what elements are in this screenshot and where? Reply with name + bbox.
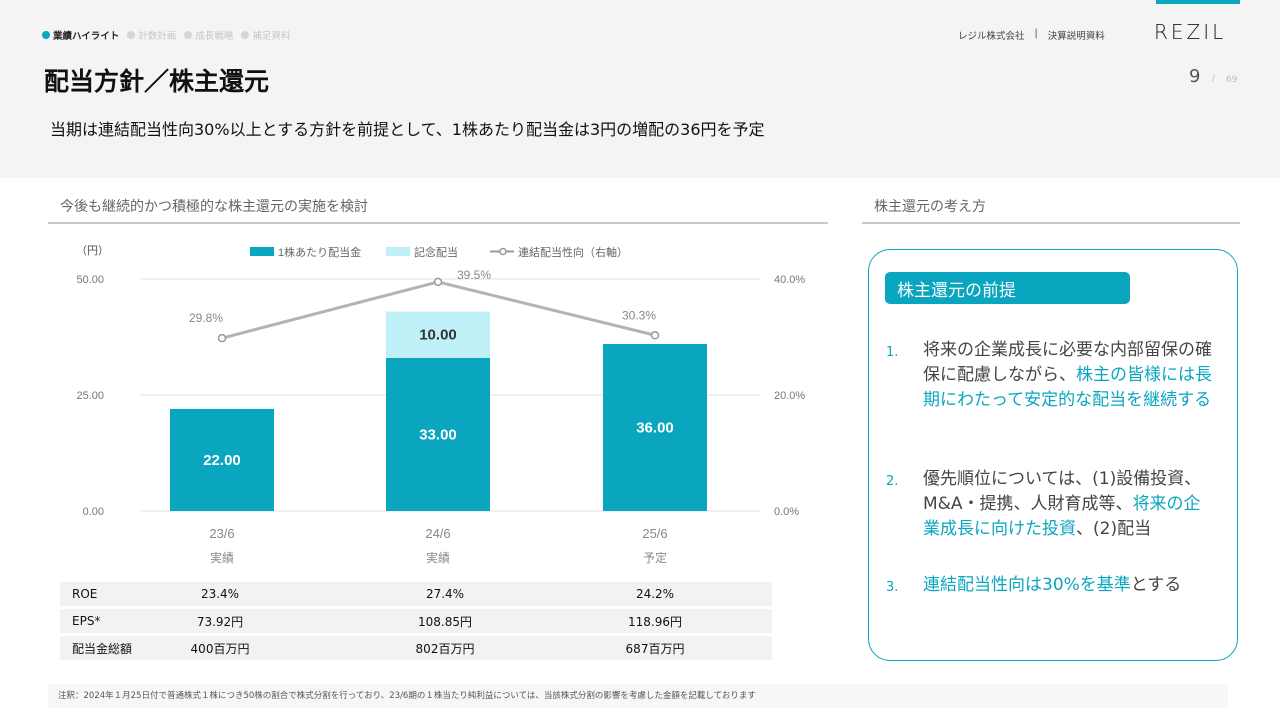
payout-ratio-label: 30.3%: [622, 308, 656, 322]
nav-dot-icon: [241, 31, 250, 39]
y-tick-label: 50.00: [76, 274, 104, 286]
principles-box: [868, 249, 1238, 661]
y-tick-label: 25.00: [76, 390, 104, 402]
payout-ratio-label: 29.8%: [189, 311, 223, 325]
legend-label: 記念配当: [414, 245, 458, 259]
table-cell: 687百万円: [625, 641, 685, 656]
legend-label: 連結配当性向（右軸）: [518, 245, 628, 259]
x-sub-label: 実績: [210, 550, 234, 565]
bar-value-label: 22.00: [203, 452, 241, 469]
x-tick-label: 23/6: [209, 526, 234, 541]
y-tick-label: 0.00: [83, 506, 104, 518]
row-label: 配当金総額: [72, 641, 133, 656]
table-cell: 802百万円: [415, 641, 475, 656]
company-logo: REZIL: [1154, 20, 1227, 44]
header-meta: レジル株式会社 | 決算説明資料: [958, 28, 1105, 42]
principle-tail: とする: [1130, 575, 1182, 595]
logo-accent-bar: [1156, 0, 1240, 4]
principle-number: 1.: [886, 345, 899, 360]
nav-item-strategy[interactable]: 成長戦略: [184, 28, 233, 42]
nav-dot-icon: [42, 31, 50, 39]
table-cell: 27.4%: [425, 587, 465, 601]
company-name: レジル株式会社: [958, 31, 1025, 42]
x-tick-label: 24/6: [425, 526, 450, 541]
table-cell: 24.2%: [635, 587, 675, 601]
table-row: ROE 23.4% 27.4% 24.2%: [60, 582, 772, 606]
header-separator: |: [1034, 28, 1038, 39]
legend-label: 1株あたり配当金: [278, 245, 361, 259]
nav-label: 補足資料: [252, 31, 291, 42]
page-number: 9: [1189, 66, 1201, 87]
dividend-chart: 0.00 25.00 50.00 0.0% 20.0% 40.0% （円） 1株あたり配当金 記…: [48, 236, 828, 576]
footnote: 注釈：2024年１月25日付で普通株式１株につき50株の割合で株式分割を行ってお…: [48, 684, 1228, 708]
table-cell: 118.96円: [628, 614, 682, 629]
table-cell: 73.92円: [196, 614, 244, 629]
payout-ratio-point: [650, 331, 660, 340]
bar-value-label: 33.00: [419, 426, 457, 443]
row-label: EPS*: [72, 614, 101, 628]
nav-label: 成長戦略: [195, 31, 234, 42]
principle-text: 将来の企業成長に必要な内部留保の確保に配慮しながら、株主の皆様には長期にわたって…: [923, 338, 1213, 413]
metrics-table: ROE 23.4% 27.4% 24.2% EPS* 73.92円 108.85…: [60, 582, 772, 663]
principle-number: 3.: [886, 580, 899, 595]
nav-label: 業績ハイライト: [53, 31, 120, 42]
nav-item-plan[interactable]: 計数計画: [127, 28, 176, 42]
table-row: EPS* 73.92円 108.85円 118.96円: [60, 609, 772, 633]
table-cell: 23.4%: [200, 587, 240, 601]
payout-ratio-label: 39.5%: [457, 268, 491, 282]
nav-dot-icon: [184, 31, 193, 39]
nav-label: 計数計画: [138, 31, 177, 42]
section-heading-left: 今後も継続的かつ積極的な株主還元の実施を検討: [48, 196, 828, 224]
principle-text: 連結配当性向は30%を基準とする: [923, 573, 1213, 598]
x-sub-label: 実績: [426, 550, 450, 565]
section-nav: 業績ハイライト 計数計画 成長戦略 補足資料: [42, 28, 290, 42]
table-cell: 108.85円: [418, 614, 472, 629]
table-row: 配当金総額 400百万円 802百万円 687百万円: [60, 636, 772, 660]
x-sub-label: 予定: [643, 550, 667, 565]
bar-value-label: 10.00: [419, 327, 457, 344]
y-unit-label: （円）: [76, 244, 109, 257]
payout-ratio-point: [217, 333, 227, 343]
y2-tick-label: 40.0%: [774, 274, 805, 286]
principle-text: 優先順位については、(1)設備投資、M&A・提携、人財育成等、将来の企業成長に向…: [923, 467, 1213, 542]
page-slash: /: [1212, 74, 1216, 84]
principle-highlight: 連結配当性向は30%を基準: [923, 575, 1131, 595]
legend-swatch: [386, 247, 410, 256]
principle-number: 2.: [886, 474, 899, 489]
principle-tail: 、(2)配当: [1076, 519, 1152, 539]
nav-item-highlights[interactable]: 業績ハイライト: [42, 28, 119, 42]
y2-tick-label: 20.0%: [774, 390, 805, 402]
dividend-chart-svg: 0.00 25.00 50.00 0.0% 20.0% 40.0% （円） 1株あたり配当金 記…: [76, 244, 805, 565]
page-title: 配当方針／株主還元: [44, 67, 270, 96]
payout-ratio-point: [433, 277, 443, 287]
section-heading-right: 株主還元の考え方: [862, 196, 1240, 224]
nav-item-appendix[interactable]: 補足資料: [241, 28, 290, 42]
bar-value-label: 36.00: [636, 419, 674, 436]
lead-statement: 当期は連結配当性向30%以上とする方針を前提として、1株あたり配当金は3円の増配…: [50, 120, 765, 139]
page-total: 69: [1226, 75, 1238, 85]
legend-marker: [499, 247, 507, 256]
table-cell: 400百万円: [190, 641, 250, 656]
x-tick-label: 25/6: [642, 526, 667, 541]
document-type: 決算説明資料: [1047, 31, 1105, 42]
legend-swatch: [250, 247, 274, 256]
row-label: ROE: [72, 587, 98, 601]
y2-tick-label: 0.0%: [774, 506, 799, 518]
principles-tag: 株主還元の前提: [885, 272, 1130, 304]
nav-dot-icon: [127, 31, 136, 39]
